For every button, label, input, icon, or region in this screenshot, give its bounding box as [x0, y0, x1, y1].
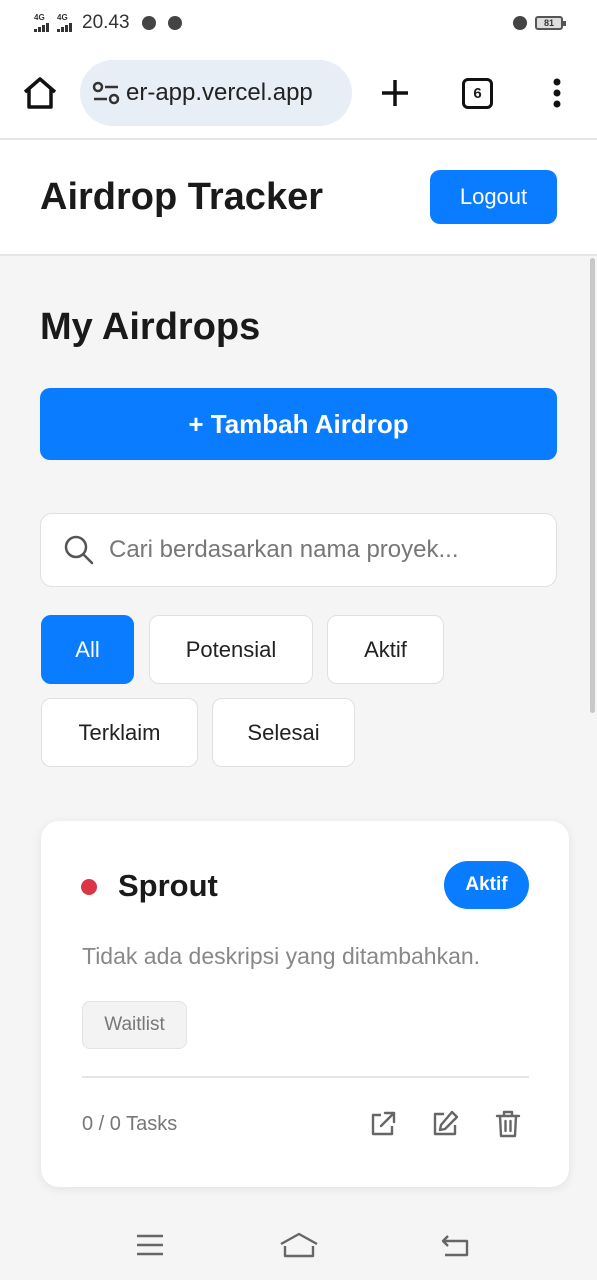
back-icon[interactable] — [439, 1230, 471, 1260]
tab-switcher-button[interactable]: 6 — [462, 78, 493, 109]
task-count: 0 / 0 Tasks — [82, 1113, 178, 1135]
signal-2: 4G — [57, 14, 72, 32]
add-airdrop-button[interactable]: + Tambah Airdrop — [40, 388, 557, 460]
filter-aktif[interactable]: Aktif — [327, 615, 444, 684]
edit-icon[interactable] — [430, 1109, 460, 1139]
battery-level: 81 — [543, 18, 554, 28]
page-title: My Airdrops — [40, 306, 261, 348]
search-box — [40, 513, 557, 587]
airdrop-card[interactable]: Sprout Aktif Tidak ada deskripsi yang di… — [41, 821, 569, 1187]
alarm-icon — [167, 16, 182, 30]
filter-selesai[interactable]: Selesai — [212, 698, 355, 767]
battery-icon: 81 — [535, 16, 566, 30]
search-icon — [64, 535, 94, 565]
trash-icon[interactable] — [493, 1109, 523, 1139]
signal-1: 4G — [34, 14, 49, 32]
status-badge: Aktif — [444, 861, 529, 909]
more-vert-icon[interactable] — [552, 78, 562, 108]
filter-terklaim[interactable]: Terklaim — [41, 698, 198, 767]
external-link-icon[interactable] — [368, 1109, 398, 1139]
app-header: Airdrop Tracker Logout — [0, 140, 597, 256]
alarm-icon-right — [513, 16, 527, 30]
tune-icon[interactable] — [92, 81, 120, 105]
system-nav-bar — [0, 1208, 597, 1280]
browser-toolbar: er-app.vercel.app 6 — [0, 46, 597, 140]
network-type-1: 4G — [34, 13, 45, 22]
network-type-2: 4G — [57, 13, 68, 22]
plus-icon[interactable] — [378, 76, 412, 110]
messenger-icon — [141, 16, 156, 30]
filter-potensial[interactable]: Potensial — [149, 615, 313, 684]
search-input[interactable] — [109, 536, 529, 564]
filter-all[interactable]: All — [41, 615, 134, 684]
airdrop-description: Tidak ada deskripsi yang ditambahkan. — [82, 943, 481, 969]
tab-count: 6 — [473, 85, 482, 102]
airdrop-name: Sprout — [118, 868, 218, 903]
home-icon[interactable] — [22, 76, 58, 110]
app-title: Airdrop Tracker — [40, 176, 323, 218]
status-bar: 4G 4G 20.43 81 — [0, 0, 597, 46]
address-bar[interactable]: er-app.vercel.app — [80, 60, 352, 126]
divider — [82, 1076, 529, 1078]
url-text: er-app.vercel.app — [126, 79, 313, 106]
clock: 20.43 — [82, 12, 130, 33]
scrollbar[interactable] — [590, 258, 595, 713]
menu-icon[interactable] — [134, 1230, 166, 1260]
logout-button[interactable]: Logout — [430, 170, 557, 224]
tag-badge: Waitlist — [82, 1001, 187, 1049]
home-outline-icon[interactable] — [279, 1230, 319, 1260]
status-dot — [81, 879, 97, 895]
